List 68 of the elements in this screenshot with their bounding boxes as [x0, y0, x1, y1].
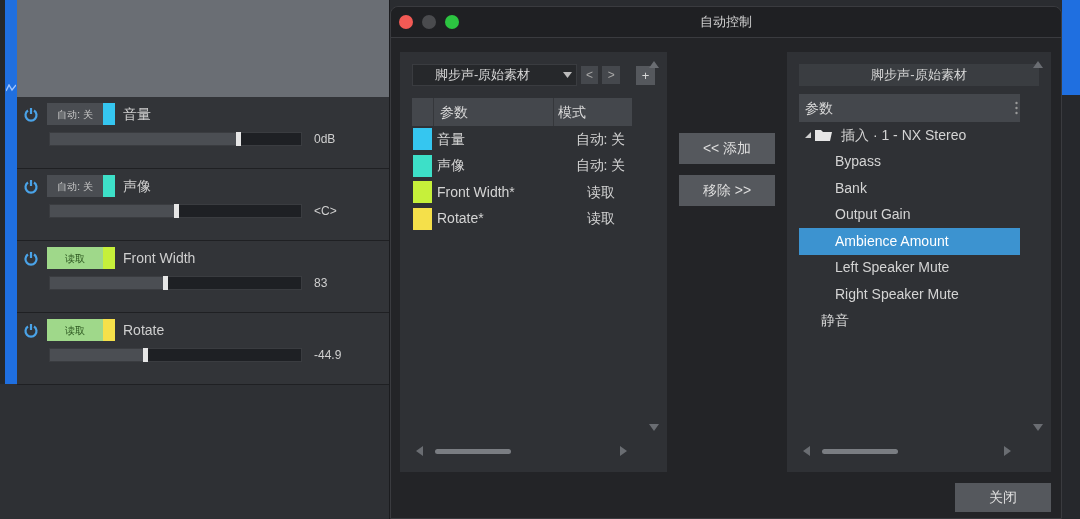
parameter-value: <C> — [314, 203, 337, 220]
slider-track[interactable] — [49, 132, 302, 146]
mode-cell-text: 读取 — [585, 209, 616, 229]
mode-cell-text: 读取 — [585, 182, 616, 202]
parameter-name: Rotate — [123, 320, 165, 340]
tree-item[interactable]: Output Gain — [799, 201, 1020, 228]
slider-track[interactable] — [49, 348, 302, 362]
scroll-up-icon[interactable] — [649, 60, 659, 68]
column-header[interactable]: 参数 — [434, 98, 554, 126]
tree-item[interactable]: Right Speaker Mute — [799, 281, 1020, 308]
power-icon[interactable] — [23, 178, 39, 194]
slider-thumb[interactable] — [236, 132, 242, 146]
slider-track[interactable] — [49, 204, 302, 218]
automation-mode-button[interactable]: 读取 — [47, 319, 103, 341]
automation-mode-button[interactable]: 自动: 关 — [47, 103, 103, 125]
parameter-name: 音量 — [436, 129, 466, 149]
tree-item[interactable]: 插入 · 1 - NX Stereo — [799, 122, 1020, 149]
mode-cell-text: 自动: 关 — [574, 156, 627, 176]
column-header[interactable]: 模式 — [554, 98, 632, 126]
parameter-name: 声像 — [436, 156, 466, 176]
window-title: 自动控制 — [700, 13, 752, 32]
tree-item[interactable]: Left Speaker Mute — [799, 254, 1020, 281]
scroll-up-icon[interactable] — [1033, 60, 1043, 68]
tree-item[interactable]: Bank — [799, 175, 1020, 202]
add-button[interactable]: << 添加 — [679, 133, 775, 164]
close-window-button[interactable] — [399, 15, 413, 29]
remove-button[interactable]: 移除 >> — [679, 175, 775, 206]
automation-mode-button[interactable]: 读取 — [47, 247, 103, 269]
zoom-window-button[interactable] — [445, 15, 459, 29]
scroll-right-icon[interactable] — [1004, 446, 1011, 456]
mode-cell-text: 自动: 关 — [574, 129, 627, 149]
next-button[interactable]: > — [602, 66, 621, 84]
scroll-left-icon[interactable] — [416, 446, 423, 456]
power-icon[interactable] — [23, 322, 39, 338]
expand-arrow-icon[interactable] — [805, 132, 811, 139]
parameter-name: Front Width* — [436, 182, 516, 202]
parameter-name: Front Width — [123, 248, 196, 268]
close-button[interactable]: 关闭 — [955, 483, 1051, 512]
power-icon[interactable] — [23, 106, 39, 122]
track-dropdown[interactable]: 脚步声-原始素材 — [412, 64, 577, 86]
scroll-left-icon[interactable] — [803, 446, 810, 456]
scrollbar-thumb[interactable] — [435, 448, 511, 454]
minimize-window-button[interactable] — [422, 15, 436, 29]
dropdown-caret-icon — [562, 72, 572, 78]
parameter-name: Rotate* — [436, 209, 485, 229]
column-options-icon[interactable] — [1015, 101, 1018, 115]
automation-icon[interactable] — [6, 84, 16, 92]
tree-item[interactable]: Bypass — [799, 148, 1020, 175]
scrollbar-thumb[interactable] — [822, 448, 898, 454]
parameter-value: 83 — [314, 275, 328, 292]
automation-mode-button[interactable]: 自动: 关 — [47, 175, 103, 197]
scroll-down-icon[interactable] — [1033, 424, 1043, 432]
add-button[interactable]: + — [636, 65, 655, 85]
scroll-down-icon[interactable] — [649, 424, 659, 432]
tree-item[interactable]: 静音 — [799, 307, 1020, 334]
slider-thumb[interactable] — [143, 348, 149, 362]
parameter-name: 音量 — [123, 104, 151, 124]
slider-thumb[interactable] — [163, 276, 169, 290]
scroll-right-icon[interactable] — [620, 446, 627, 456]
parameter-name: 声像 — [123, 176, 151, 196]
slider-thumb[interactable] — [173, 204, 179, 218]
parameter-value: -44.9 — [314, 347, 342, 364]
parameter-value: 0dB — [314, 131, 336, 148]
previous-button[interactable]: < — [580, 66, 599, 84]
track-header: 脚步声-原始素材 — [799, 64, 1039, 86]
slider-track[interactable] — [49, 276, 302, 290]
folder-icon — [815, 129, 833, 142]
power-icon[interactable] — [23, 250, 39, 266]
